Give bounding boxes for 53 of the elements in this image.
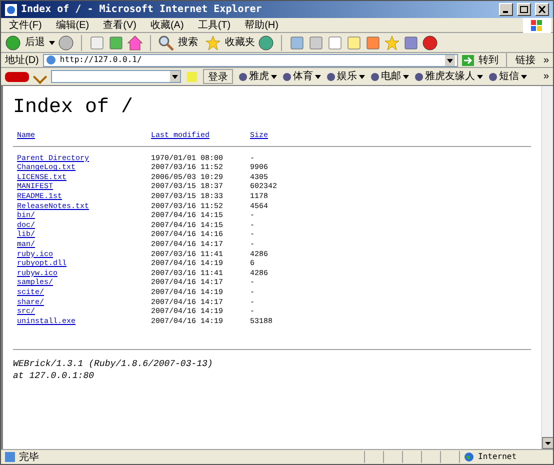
- address-label: 地址(D): [5, 54, 39, 68]
- star-icon[interactable]: [205, 34, 221, 50]
- scroll-down-icon[interactable]: [542, 437, 553, 449]
- menu-item[interactable]: 收藏(A): [150, 18, 184, 32]
- window-title: Index of / - Microsoft Internet Explorer: [21, 2, 263, 17]
- go-arrow-icon: [462, 54, 474, 66]
- caret-icon[interactable]: [521, 74, 527, 78]
- maximize-icon: [520, 6, 528, 13]
- links-label[interactable]: 链接: [515, 52, 536, 68]
- home-icon[interactable]: [127, 34, 143, 50]
- toolbar-more[interactable]: »: [543, 69, 549, 84]
- maximize-button[interactable]: [517, 3, 531, 16]
- search-button[interactable]: 搜索: [158, 34, 198, 50]
- caret-icon[interactable]: [477, 74, 483, 78]
- caret-icon[interactable]: [170, 71, 180, 82]
- back-button[interactable]: 后退: [5, 34, 55, 50]
- caret-icon[interactable]: [445, 54, 456, 66]
- zone-text: Internet: [478, 451, 517, 463]
- menu-item[interactable]: 帮助(H): [244, 18, 278, 32]
- star-icon[interactable]: [384, 34, 400, 50]
- server-info: at 127.0.0.1:80: [13, 370, 96, 382]
- caret-icon[interactable]: [271, 74, 277, 78]
- close-button[interactable]: [535, 3, 549, 16]
- yahoo-menu-item[interactable]: 雅虎: [239, 69, 277, 84]
- caret-icon[interactable]: [359, 74, 365, 78]
- scrollbar[interactable]: [541, 86, 553, 449]
- menu-item[interactable]: 工具(T): [198, 18, 231, 32]
- minimize-button[interactable]: [499, 3, 513, 16]
- yahoo-menu-item[interactable]: 短信: [489, 69, 527, 84]
- menu-item[interactable]: 编辑(E): [56, 18, 90, 32]
- server-info: WEBrick/1.3.1 (Ruby/1.8.6/2007-03-13): [13, 358, 214, 370]
- go-button[interactable]: 转到: [462, 52, 498, 68]
- search-icon[interactable]: [158, 34, 174, 50]
- yahoo-menu-item[interactable]: 雅虎友缘人: [415, 69, 483, 84]
- caret-icon[interactable]: [49, 40, 55, 44]
- globe-icon: [464, 452, 474, 462]
- caret-icon[interactable]: [315, 74, 321, 78]
- menu-item[interactable]: 查看(V): [103, 18, 136, 32]
- yahoo-menu-item[interactable]: 电邮: [371, 69, 409, 84]
- links-more[interactable]: »: [543, 52, 549, 68]
- yahoo-search-field[interactable]: [51, 70, 181, 83]
- favorites-button[interactable]: 收藏夹: [205, 34, 255, 50]
- address-field[interactable]: http://127.0.0.1/: [42, 54, 458, 66]
- login-button[interactable]: 登录: [203, 69, 233, 84]
- menu-item[interactable]: 文件(F): [9, 18, 42, 32]
- page-heading: Index of /: [13, 96, 134, 120]
- close-icon: [538, 6, 546, 13]
- browser-icon: [5, 4, 17, 16]
- status-text: 完毕: [19, 450, 40, 464]
- yahoo-menu-item[interactable]: 体育: [283, 69, 321, 84]
- flag-icon: [531, 20, 543, 31]
- yahoo-menu-item[interactable]: 娱乐: [327, 69, 365, 84]
- caret-icon[interactable]: [403, 74, 409, 78]
